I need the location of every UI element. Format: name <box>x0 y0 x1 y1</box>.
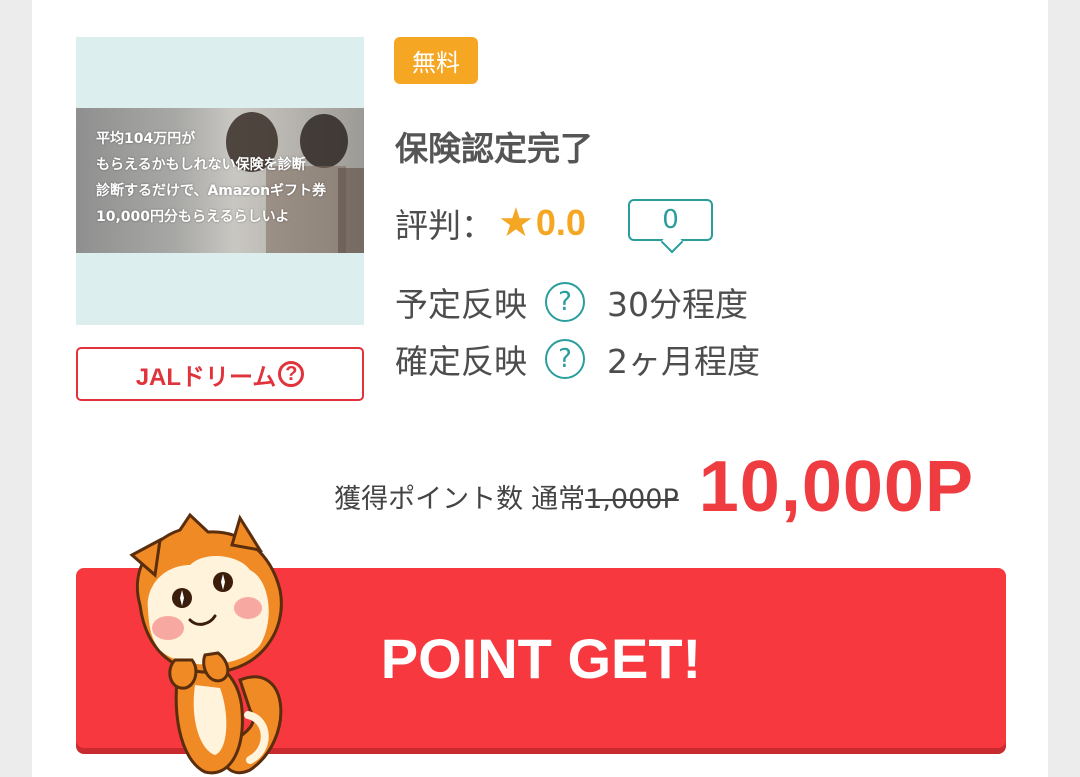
thumbnail-line: もらえるかもしれない保険を診断 <box>96 157 306 173</box>
scheduled-reflection-row: 予定反映 ? 30分程度 <box>395 277 748 327</box>
rating-row: 評判： ★ 0.0 <box>395 198 586 248</box>
question-icon: ? <box>278 361 305 387</box>
thumbnail-line: 診断するだけで、Amazonギフト券 <box>96 183 327 199</box>
info-value: 30分程度 <box>607 285 748 324</box>
star-icon: ★ <box>498 200 534 246</box>
tag-label: JALドリーム <box>135 363 277 391</box>
info-value: 2ヶ月程度 <box>607 342 760 381</box>
point-get-label: POINT GET! <box>380 626 702 690</box>
jal-dream-tag-button[interactable]: JALドリーム ? <box>76 347 364 401</box>
squirrel-mascot-icon <box>129 512 283 775</box>
info-label: 予定反映 <box>395 285 527 324</box>
thumbnail-line: 10,000円分もらえるらしいよ <box>96 209 290 225</box>
offer-title[interactable]: 保険認定完了 <box>395 122 593 170</box>
rating-label: 評判： <box>395 206 494 245</box>
offer-thumbnail[interactable]: 平均104万円が もらえるかもしれない保険を診断 診断するだけで、Amazonギ… <box>76 37 364 325</box>
thumbnail-photo: 平均104万円が もらえるかもしれない保険を診断 診断するだけで、Amazonギ… <box>76 108 364 253</box>
thumbnail-caption: 平均104万円が もらえるかもしれない保険を診断 診断するだけで、Amazonギ… <box>96 126 364 230</box>
comment-count: 0 <box>662 205 679 235</box>
earned-points: 10,000P <box>698 447 974 527</box>
offer-card: 平均104万円が もらえるかもしれない保険を診断 診断するだけで、Amazonギ… <box>32 0 1048 777</box>
comment-count-bubble[interactable]: 0 <box>628 199 713 241</box>
help-icon[interactable]: ? <box>545 282 585 322</box>
points-label: 獲得ポイント数 <box>334 483 524 515</box>
info-label: 確定反映 <box>395 342 527 381</box>
confirmed-reflection-row: 確定反映 ? 2ヶ月程度 <box>395 334 760 384</box>
help-icon[interactable]: ? <box>545 339 585 379</box>
normal-points: 通常1,000P <box>531 477 679 516</box>
normal-label: 通常 <box>531 483 586 515</box>
free-badge: 無料 <box>394 37 478 84</box>
points-row: 獲得ポイント数 通常1,000P 10,000P <box>334 437 974 537</box>
normal-points-value: 1,000P <box>585 483 679 515</box>
thumbnail-line: 平均104万円が <box>96 131 196 147</box>
rating-score: 0.0 <box>535 202 586 243</box>
